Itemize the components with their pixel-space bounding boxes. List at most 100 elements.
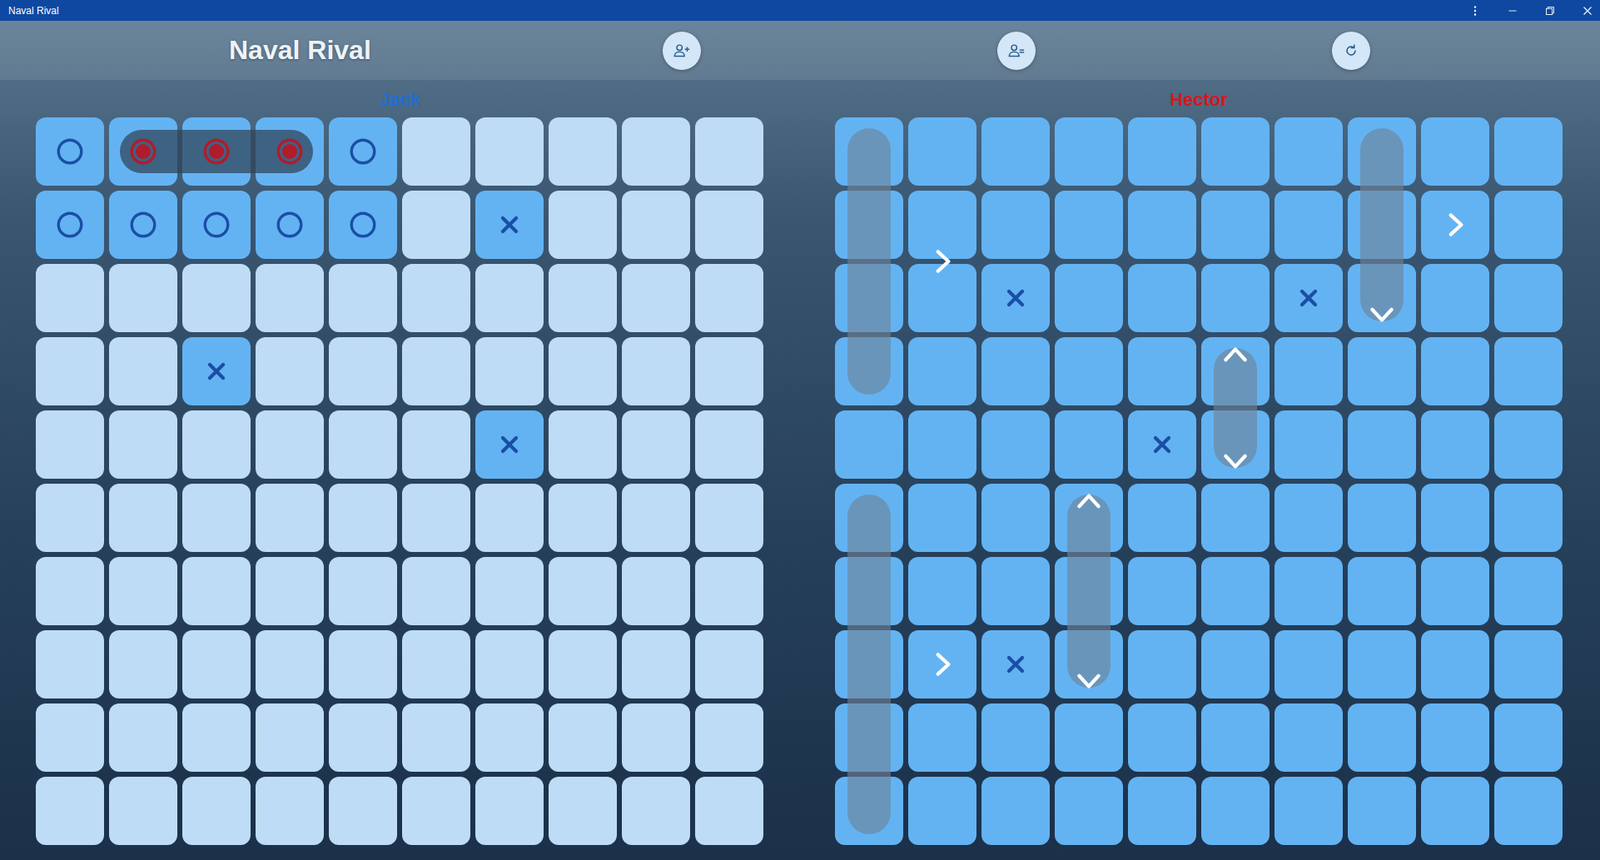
board-cell[interactable] xyxy=(182,410,251,479)
board-cell[interactable] xyxy=(1201,776,1270,845)
board-cell[interactable] xyxy=(1201,556,1270,626)
board-cell[interactable] xyxy=(1274,117,1343,186)
board-cell[interactable] xyxy=(1127,630,1197,699)
board-cell[interactable] xyxy=(109,263,178,333)
board-cell[interactable] xyxy=(328,263,398,333)
board-cell[interactable] xyxy=(981,117,1050,186)
board-cell[interactable] xyxy=(1494,337,1563,406)
board-cell[interactable] xyxy=(402,630,471,699)
board-cell[interactable] xyxy=(621,190,691,259)
board-cell[interactable] xyxy=(328,776,398,845)
board-cell[interactable] xyxy=(182,776,251,845)
board-cell[interactable] xyxy=(1201,630,1270,699)
board-cell[interactable] xyxy=(908,263,977,333)
board-cell[interactable] xyxy=(1421,630,1490,699)
board-cell[interactable] xyxy=(1347,410,1417,479)
board-cell[interactable] xyxy=(908,337,977,406)
board-cell[interactable] xyxy=(402,263,471,333)
board-cell[interactable] xyxy=(981,190,1050,259)
board-cell[interactable] xyxy=(1127,483,1197,552)
board-cell[interactable] xyxy=(35,263,105,333)
board-cell[interactable] xyxy=(255,776,324,845)
board-cell[interactable] xyxy=(621,263,691,333)
board-cell[interactable] xyxy=(621,410,691,479)
add-player-button[interactable] xyxy=(662,31,701,70)
board-cell[interactable] xyxy=(255,410,324,479)
board-cell[interactable] xyxy=(1494,630,1563,699)
board-cell[interactable] xyxy=(35,703,105,772)
board-cell[interactable] xyxy=(109,556,178,626)
board-cell[interactable] xyxy=(621,337,691,406)
board-cell[interactable] xyxy=(1347,630,1417,699)
board-cell[interactable] xyxy=(1127,776,1197,845)
ship[interactable] xyxy=(834,117,904,406)
board-cell[interactable] xyxy=(908,483,977,552)
board-cell[interactable] xyxy=(109,190,178,259)
board-cell[interactable] xyxy=(548,556,617,626)
board-cell[interactable] xyxy=(35,483,105,552)
board-cell[interactable] xyxy=(908,190,977,259)
board-cell[interactable] xyxy=(1127,263,1197,333)
move-right-icon[interactable] xyxy=(927,246,958,277)
board-cell[interactable] xyxy=(1054,703,1123,772)
board-cell[interactable] xyxy=(182,703,251,772)
board-cell[interactable] xyxy=(475,117,544,186)
board-cell[interactable] xyxy=(328,483,398,552)
board-cell[interactable] xyxy=(548,410,617,479)
board-cell[interactable] xyxy=(621,483,691,552)
board-cell[interactable] xyxy=(908,703,977,772)
board-cell[interactable] xyxy=(402,337,471,406)
board-cell[interactable] xyxy=(328,337,398,406)
switch-player-button[interactable] xyxy=(997,31,1036,70)
board-cell[interactable] xyxy=(1494,556,1563,626)
board-cell[interactable] xyxy=(1494,483,1563,552)
board-cell[interactable] xyxy=(695,337,764,406)
board-cell[interactable] xyxy=(1494,117,1563,186)
restore-icon[interactable] xyxy=(1542,3,1558,19)
board-cell[interactable] xyxy=(255,263,324,333)
board-cell[interactable] xyxy=(1127,703,1197,772)
board-cell[interactable] xyxy=(109,703,178,772)
board-cell[interactable] xyxy=(908,556,977,626)
board-cell[interactable] xyxy=(328,410,398,479)
board-cell[interactable] xyxy=(1421,776,1490,845)
board-cell[interactable] xyxy=(981,483,1050,552)
board-cell[interactable] xyxy=(1274,337,1343,406)
board-cell[interactable] xyxy=(981,556,1050,626)
board-cell[interactable] xyxy=(1127,117,1197,186)
board-cell[interactable] xyxy=(475,776,544,845)
board-cell[interactable] xyxy=(35,337,105,406)
board-cell[interactable] xyxy=(182,483,251,552)
board-cell[interactable] xyxy=(328,556,398,626)
board-cell[interactable] xyxy=(1054,337,1123,406)
board-cell[interactable] xyxy=(328,630,398,699)
board-cell[interactable] xyxy=(475,556,544,626)
board-cell[interactable] xyxy=(35,117,105,186)
board-cell[interactable] xyxy=(1347,337,1417,406)
board-cell[interactable] xyxy=(1274,776,1343,845)
board-cell[interactable] xyxy=(1274,556,1343,626)
board-cell[interactable] xyxy=(1347,776,1417,845)
board-cell[interactable] xyxy=(695,556,764,626)
board-cell[interactable] xyxy=(621,117,691,186)
board-cell[interactable] xyxy=(328,117,398,186)
board-cell[interactable] xyxy=(621,556,691,626)
board-cell[interactable] xyxy=(1127,556,1197,626)
move-down-icon[interactable] xyxy=(1220,445,1251,476)
board-cell[interactable] xyxy=(621,630,691,699)
board-cell[interactable] xyxy=(1274,410,1343,479)
board-cell[interactable] xyxy=(402,117,471,186)
board-cell[interactable] xyxy=(475,703,544,772)
board-cell[interactable] xyxy=(1421,410,1490,479)
board-cell[interactable] xyxy=(1274,630,1343,699)
board-cell[interactable] xyxy=(1494,263,1563,333)
board-cell[interactable] xyxy=(1421,483,1490,552)
board-cell[interactable] xyxy=(1421,117,1490,186)
board-cell[interactable] xyxy=(908,410,977,479)
board-cell[interactable] xyxy=(834,410,904,479)
board-cell[interactable] xyxy=(255,190,324,259)
board-cell[interactable] xyxy=(981,337,1050,406)
board-cell[interactable] xyxy=(1054,263,1123,333)
board-cell[interactable] xyxy=(981,776,1050,845)
board-cell[interactable] xyxy=(981,410,1050,479)
